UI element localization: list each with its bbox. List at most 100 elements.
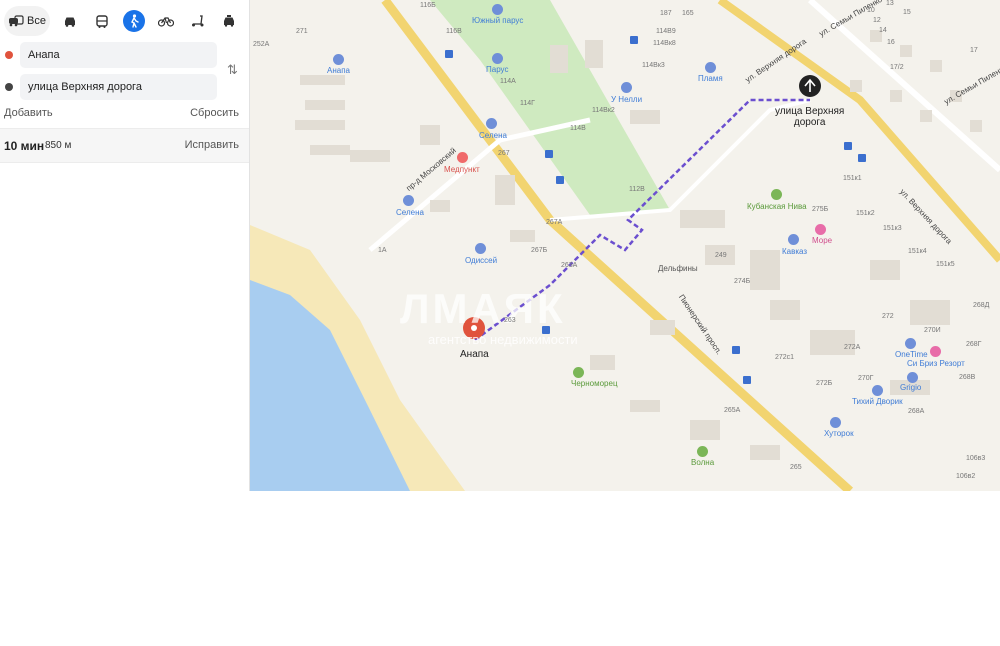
bus-icon (96, 14, 108, 28)
poi-more-icon[interactable] (815, 224, 826, 235)
house-number: 116Б (420, 2, 436, 9)
poi-u-nelli-label: У Нелли (611, 95, 643, 104)
house-number: 112В (629, 186, 645, 193)
poi-khutorok-label: Хуторок (824, 429, 854, 438)
transport-modes: Все (0, 6, 249, 36)
map-view[interactable]: ул. Верхняя дорога ул. Верхняя дорога Пи… (250, 0, 1000, 491)
car-bus-icon (9, 15, 24, 27)
map-base (250, 0, 1000, 491)
house-number: 272 (882, 313, 894, 320)
poi-selena-icon[interactable] (486, 118, 497, 129)
to-point-dot (5, 83, 13, 91)
bus-stop-icon[interactable] (732, 346, 740, 354)
car-icon (65, 17, 75, 27)
house-number: 272с1 (775, 354, 795, 361)
mode-all-button[interactable]: Все (4, 6, 50, 36)
from-field[interactable]: Анапа (20, 42, 217, 68)
poi-odissey-label: Одиссей (465, 256, 498, 265)
poi-selena-beach-icon[interactable] (403, 195, 414, 206)
mode-taxi-button[interactable] (218, 6, 240, 36)
poi-selena-label: Селена (479, 131, 507, 140)
poi-kavkaz-icon[interactable] (788, 234, 799, 245)
house-number: 114В (570, 125, 586, 132)
house-number: 1А (378, 247, 387, 254)
bus-stop-icon[interactable] (743, 376, 751, 384)
poi-yuzhny-parus-label: Южный парус (472, 16, 524, 25)
from-point-dot (5, 51, 13, 59)
swap-icon[interactable]: ⇅ (227, 62, 238, 78)
house-number: 268Д (973, 302, 990, 309)
poi-medpunkt-label: Медпункт (444, 165, 480, 174)
poi-plamya-icon[interactable] (705, 62, 716, 73)
mode-bus-button[interactable] (91, 6, 113, 36)
bus-stop-icon[interactable] (844, 142, 852, 150)
house-number: 114Вк2 (592, 107, 615, 114)
house-number: 267 (498, 150, 510, 157)
house-number: 263 (504, 317, 516, 324)
bicycle-icon (158, 16, 174, 27)
route-summary[interactable]: 10 мин 850 м Исправить (0, 128, 249, 163)
house-number: 16 (887, 39, 895, 46)
add-point-link[interactable]: Добавить (4, 107, 53, 119)
route-time: 10 мин (4, 139, 45, 153)
bus-stop-icon[interactable] (445, 50, 453, 58)
house-number: 265А (724, 407, 741, 414)
house-number: 272А (844, 344, 861, 351)
bus-stop-icon[interactable] (630, 36, 638, 44)
house-number: 268А (908, 408, 925, 415)
mode-scooter-button[interactable] (187, 6, 209, 36)
bus-stop-icon[interactable] (545, 150, 553, 158)
poi-grigio-icon[interactable] (907, 372, 918, 383)
house-number: 263А (561, 262, 578, 269)
house-number: 275Б (812, 206, 829, 213)
fix-route-link[interactable]: Исправить (185, 139, 239, 151)
taxi-icon (224, 15, 234, 27)
poi-si-briz-label: Си Бриз Резорт (907, 359, 965, 368)
house-number: 272Б (816, 380, 833, 387)
poi-volna-icon[interactable] (697, 446, 708, 457)
mode-bicycle-button[interactable] (155, 6, 177, 36)
bus-stop-icon[interactable] (858, 154, 866, 162)
house-number: 151к5 (936, 261, 955, 268)
poi-onetime-icon[interactable] (905, 338, 916, 349)
mode-walk-button[interactable] (123, 10, 145, 32)
poi-yuzhny-parus-icon[interactable] (492, 4, 503, 15)
house-number: 106в3 (966, 455, 986, 462)
house-number: 114В9 (656, 28, 676, 35)
mode-car-button[interactable] (59, 6, 81, 36)
house-number: 114Вк8 (653, 40, 676, 47)
poi-selena-beach-label: Селена (396, 208, 424, 217)
poi-odissey-icon[interactable] (475, 243, 486, 254)
route-panel: Все Анапа улица Верхняя дорога ⇅ Добавит… (0, 0, 250, 491)
poi-khutorok-icon[interactable] (830, 417, 841, 428)
poi-onetime-label: OneTime (895, 350, 928, 359)
poi-medpunkt-icon[interactable] (457, 152, 468, 163)
poi-volna-label: Волна (691, 458, 715, 467)
house-number: 17 (970, 47, 978, 54)
mode-all-label: Все (27, 15, 46, 27)
reset-link[interactable]: Сбросить (190, 107, 239, 119)
house-number: 17/2 (890, 64, 904, 71)
poi-anapa-icon[interactable] (333, 54, 344, 65)
house-number: 267А (546, 219, 563, 226)
walk-icon (131, 14, 139, 28)
poi-kubanskaya-niva-icon[interactable] (771, 189, 782, 200)
poi-tikhy-dvorik-icon[interactable] (872, 385, 883, 396)
bus-stop-icon[interactable] (556, 176, 564, 184)
bus-stop-icon[interactable] (542, 326, 550, 334)
poi-parus-label: Парус (486, 65, 509, 74)
poi-parus-icon[interactable] (492, 53, 503, 64)
house-number: 270Г (858, 375, 874, 382)
house-number: 13 (886, 0, 894, 7)
house-number: 274Б (734, 278, 751, 285)
end-label: улица Верхняя дорога (775, 106, 844, 128)
house-number: 114Г (520, 100, 535, 107)
house-number: 187 (660, 10, 672, 17)
house-number: 249 (715, 252, 727, 259)
scooter-icon (192, 15, 204, 27)
poi-u-nelli-icon[interactable] (621, 82, 632, 93)
poi-chernomorets-icon[interactable] (573, 367, 584, 378)
to-field[interactable]: улица Верхняя дорога (20, 74, 217, 100)
poi-si-briz-icon[interactable] (930, 346, 941, 357)
house-number: 106в2 (956, 473, 976, 480)
